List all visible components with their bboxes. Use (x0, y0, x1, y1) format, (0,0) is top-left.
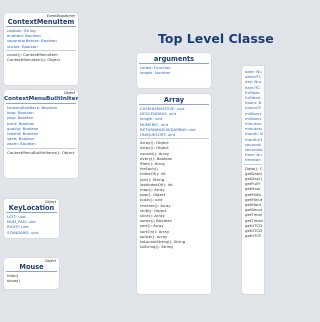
method-item: ContextMenuBuiltInItems(): Object (7, 149, 75, 155)
class-card-contextmenuitem: EventDispatcher ContextMenuItem caption:… (4, 13, 78, 85)
section-title: Top Level Classe (158, 31, 274, 46)
property-item: hoursUT (245, 105, 262, 111)
property-item: zoom: Boolean (7, 141, 36, 147)
method-list: Array(): Object Array(): Object concat()… (137, 139, 211, 250)
method-list: Date(): C getDate( getDay() getFullY get… (242, 165, 264, 240)
property-item: length: Number (140, 70, 171, 76)
method-item: getUTCF (245, 233, 262, 239)
class-name: ContextMenuItem (7, 18, 75, 26)
method-item: getHour (245, 186, 261, 192)
class-card-keylocation: Object KeyLocation LEFT: uint NUM_PAD: u… (4, 199, 59, 238)
property-item: timezon (245, 157, 261, 163)
method-item: getTime( (245, 212, 263, 218)
method-list: clone(): ContextMenuItem ContextMenuItem… (4, 51, 78, 63)
property-item: visible: Boolean (7, 43, 38, 49)
property-item: STANDARD: uint (7, 229, 39, 235)
property-item: UNIQUESORT: uint (140, 132, 176, 138)
property-list: CASEINSENSITIVE: uint DESCENDING: uint l… (137, 105, 211, 138)
class-card-mouse: Object Mouse hide() show() (4, 258, 59, 289)
method-list: ContextMenuBuiltInItems(): Object (4, 149, 78, 156)
property-list: callee: Function length: Number (137, 64, 211, 76)
class-card-date: date: Nu dateUTC day: Nur dayUTC: fullYe… (242, 66, 264, 294)
property-item: month: N (245, 131, 264, 137)
property-list: date: Nu dateUTC day: Nur dayUTC: fullYe… (242, 66, 264, 164)
class-name: Array (163, 96, 185, 104)
method-item: show() (7, 278, 21, 284)
property-item: day: Nur (245, 79, 262, 85)
class-card-contextmenubuiltinitems: Object ContextMenuBuiltInItems forwardAn… (4, 90, 78, 178)
class-name: ContextMenuBuiltInItems (4, 96, 78, 102)
class-card-arguments: arguments callee: Function length: Numbe… (137, 53, 211, 88)
property-list: forwardAndBack: Boolean loop: Boolean pl… (4, 104, 78, 148)
method-item: toString(): String (140, 244, 173, 250)
class-name: arguments (153, 55, 195, 63)
property-list: caption: String enabled: Boolean separat… (4, 27, 78, 50)
class-name: KeyLocation (8, 204, 55, 212)
method-list: hide() show() (4, 272, 59, 284)
class-card-array: Array CASEINSENSITIVE: uint DESCENDING: … (137, 94, 211, 294)
property-list: LEFT: uint NUM_PAD: uint RIGHT: uint STA… (4, 213, 59, 236)
method-item: ContextMenuItem(): Object (7, 57, 61, 63)
class-name: Mouse (19, 263, 44, 271)
